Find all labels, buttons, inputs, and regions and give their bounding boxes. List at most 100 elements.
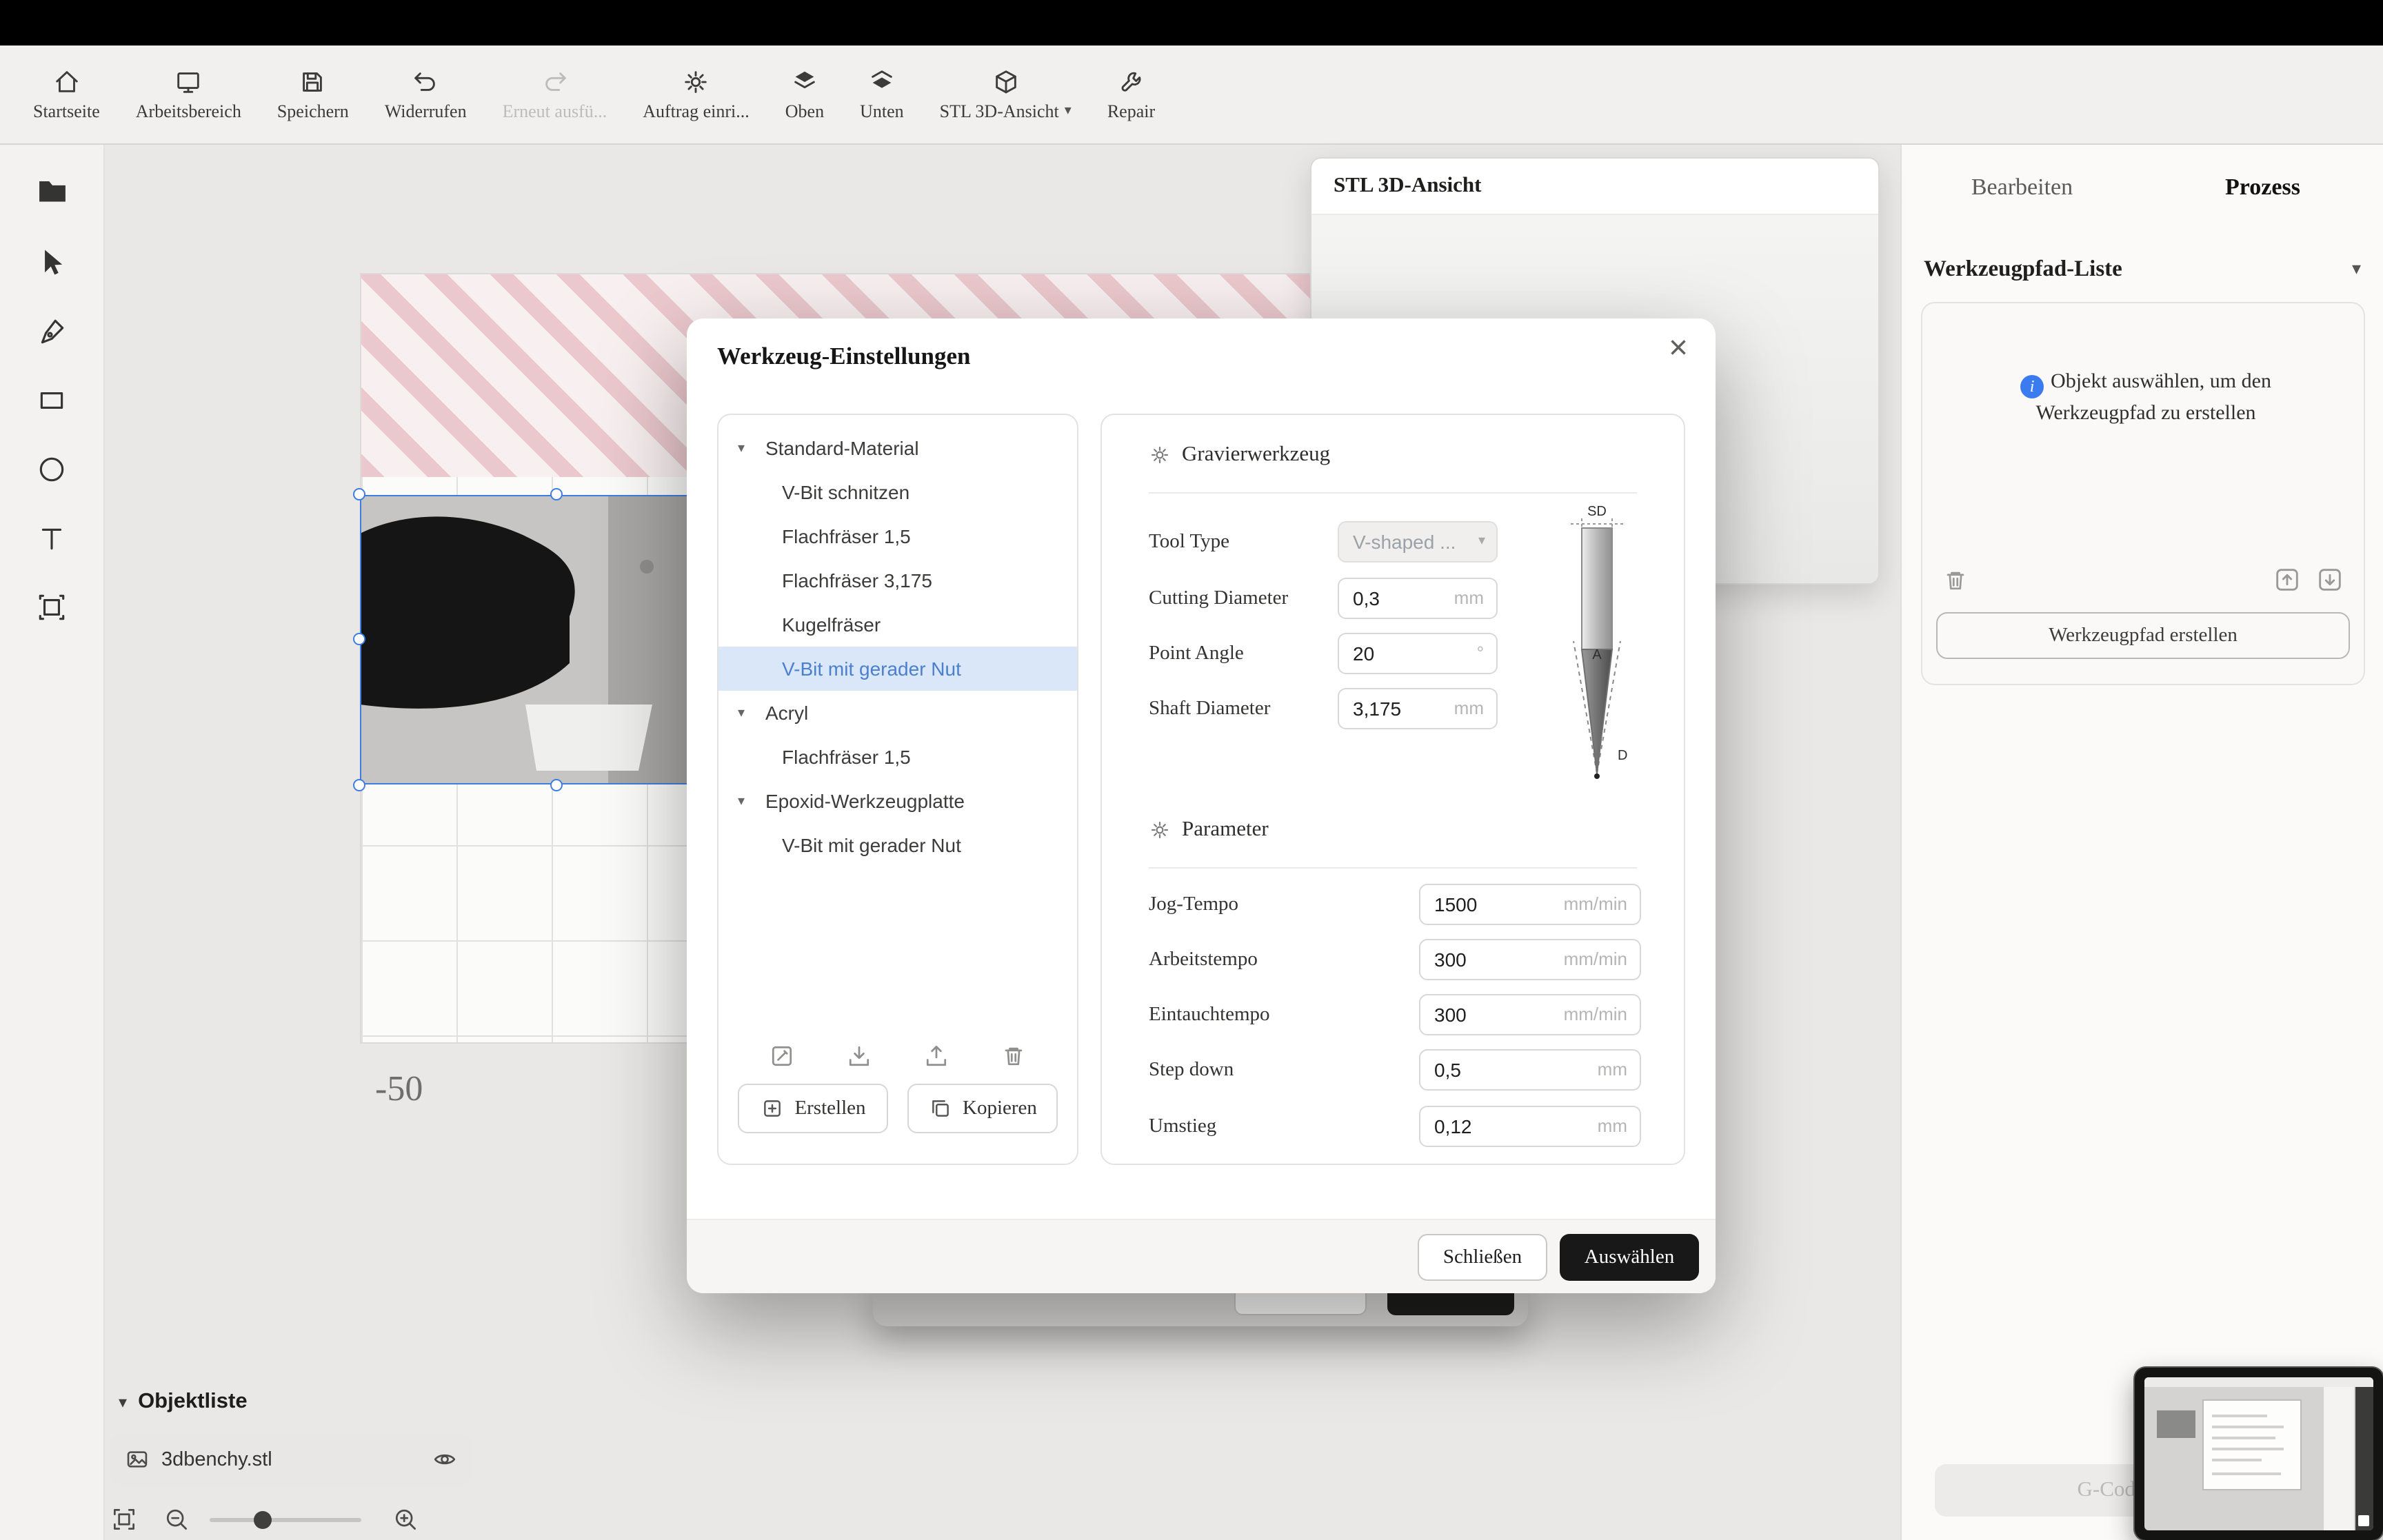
zoom-slider-knob[interactable] bbox=[254, 1511, 272, 1529]
repair-button[interactable]: Repair bbox=[1107, 67, 1155, 122]
tree-item-selected[interactable]: V-Bit mit gerader Nut bbox=[718, 647, 1077, 691]
ellipse-tool[interactable] bbox=[36, 454, 68, 485]
dialog-close-button[interactable]: Schließen bbox=[1418, 1234, 1547, 1281]
undo-button[interactable]: Widerrufen bbox=[385, 67, 467, 122]
zoom-out-icon[interactable] bbox=[163, 1506, 190, 1533]
eintauchtempo-input[interactable] bbox=[1420, 995, 1640, 1034]
copy-tool-button[interactable]: Kopieren bbox=[907, 1084, 1058, 1133]
redo-button: Erneut ausfü... bbox=[503, 67, 607, 122]
ruler-label: -50 bbox=[375, 1068, 423, 1108]
pen-tool[interactable] bbox=[36, 316, 68, 347]
fit-screen-icon[interactable] bbox=[110, 1506, 138, 1533]
delete-tool-icon[interactable] bbox=[1000, 1042, 1027, 1070]
move-up-icon[interactable] bbox=[2273, 565, 2302, 594]
jog-tempo-input[interactable] bbox=[1420, 885, 1640, 924]
workspace-button[interactable]: Arbeitsbereich bbox=[136, 67, 241, 122]
object-list-header[interactable]: ▾ Objektliste bbox=[119, 1390, 248, 1415]
transform-tool[interactable] bbox=[36, 591, 68, 623]
app-window: Startseite Arbeitsbereich Speichern Wide… bbox=[0, 0, 2383, 1540]
vbit-diagram: SD A D bbox=[1549, 503, 1645, 793]
chevron-down-icon: ▾ bbox=[1478, 534, 1485, 549]
tree-item[interactable]: Flachfräser 1,5 bbox=[718, 514, 1077, 558]
tree-group[interactable]: ▾ Epoxid-Werkzeugplatte bbox=[718, 779, 1077, 823]
tab-prozess[interactable]: Prozess bbox=[2142, 164, 2383, 211]
move-down-icon[interactable] bbox=[2315, 565, 2344, 594]
cutting-diameter-input[interactable] bbox=[1339, 579, 1496, 618]
select-tool[interactable] bbox=[35, 245, 68, 278]
cutting-diameter-field: mm bbox=[1338, 578, 1498, 619]
tree-item[interactable]: Kugelfräser bbox=[718, 602, 1077, 647]
tree-item[interactable]: Flachfräser 1,5 bbox=[718, 735, 1077, 779]
screen-preview-window[interactable] bbox=[2135, 1368, 2383, 1540]
shaft-diameter-input[interactable] bbox=[1339, 689, 1496, 728]
create-toolpath-button[interactable]: Werkzeugpfad erstellen bbox=[1936, 612, 2350, 659]
dialog-select-button[interactable]: Auswählen bbox=[1560, 1234, 1699, 1281]
save-button[interactable]: Speichern bbox=[277, 67, 349, 122]
export-tool-icon[interactable] bbox=[923, 1042, 950, 1070]
toolpath-list-header[interactable]: Werkzeugpfad-Liste ▾ bbox=[1924, 255, 2361, 283]
close-icon[interactable]: × bbox=[1669, 332, 1688, 365]
job-setup-button[interactable]: Auftrag einri... bbox=[643, 67, 750, 122]
layer-bottom-button[interactable]: Unten bbox=[860, 67, 904, 122]
right-panel-tabs: Bearbeiten Prozess bbox=[1902, 164, 2383, 211]
tree-item[interactable]: Flachfräser 3,175 bbox=[718, 558, 1077, 602]
create-tool-button[interactable]: Erstellen bbox=[738, 1084, 888, 1133]
rectangle-tool[interactable] bbox=[36, 385, 68, 416]
text-tool[interactable] bbox=[36, 523, 68, 554]
arbeitstempo-field: mm/min bbox=[1419, 939, 1641, 980]
macos-menubar bbox=[0, 0, 2383, 45]
delete-toolpath-icon[interactable] bbox=[1942, 566, 1969, 594]
object-name: 3dbenchy.stl bbox=[161, 1448, 272, 1470]
pip-badge-icon bbox=[2358, 1515, 2369, 1526]
tree-group[interactable]: ▾ Standard-Material bbox=[718, 426, 1077, 470]
chevron-down-icon: ▾ bbox=[1064, 103, 1072, 119]
image-file-icon bbox=[124, 1446, 150, 1472]
folder-tool[interactable] bbox=[34, 172, 70, 208]
cutting-diameter-label: Cutting Diameter bbox=[1149, 587, 1289, 609]
tree-item[interactable]: V-Bit mit gerader Nut bbox=[718, 823, 1077, 867]
eintauchtempo-field: mm/min bbox=[1419, 994, 1641, 1035]
arbeitstempo-label: Arbeitstempo bbox=[1149, 949, 1258, 971]
layer-top-icon bbox=[790, 67, 819, 96]
info-icon: i bbox=[2020, 374, 2044, 398]
tool-settings-dialog: Werkzeug-Einstellungen × ▾ Standard-Mater… bbox=[687, 318, 1716, 1293]
arbeitstempo-input[interactable] bbox=[1420, 940, 1640, 979]
tool-type-select[interactable]: V-shaped ... ▾ bbox=[1338, 521, 1498, 563]
shaft-diameter-field: mm bbox=[1338, 688, 1498, 729]
umstieg-input[interactable] bbox=[1420, 1107, 1640, 1146]
empty-hint: i Objekt auswählen, um den Werkzeugpfad z… bbox=[1961, 367, 2331, 431]
import-tool-icon[interactable] bbox=[845, 1042, 873, 1070]
edit-tool-icon[interactable] bbox=[768, 1042, 796, 1070]
tree-group[interactable]: ▾ Acryl bbox=[718, 691, 1077, 735]
gear-icon bbox=[681, 67, 710, 96]
tree-item[interactable]: V-Bit schnitzen bbox=[718, 470, 1077, 514]
layer-bottom-icon bbox=[867, 67, 896, 96]
step-down-input[interactable] bbox=[1420, 1051, 1640, 1089]
step-down-field: mm bbox=[1419, 1049, 1641, 1091]
gear-icon bbox=[1149, 819, 1171, 841]
dialog-footer: Schließen Auswählen bbox=[687, 1219, 1716, 1293]
triangle-down-icon[interactable]: ▾ bbox=[738, 793, 754, 809]
tab-bearbeiten[interactable]: Bearbeiten bbox=[1902, 164, 2142, 211]
visibility-eye-icon[interactable] bbox=[432, 1446, 458, 1472]
triangle-down-icon[interactable]: ▾ bbox=[738, 705, 754, 720]
point-angle-input[interactable] bbox=[1339, 634, 1496, 673]
selection-handle[interactable] bbox=[550, 488, 563, 500]
home-button[interactable]: Startseite bbox=[33, 67, 100, 122]
triangle-down-icon[interactable]: ▾ bbox=[738, 440, 754, 456]
layer-top-button[interactable]: Oben bbox=[785, 67, 824, 122]
object-list-item[interactable]: 3dbenchy.stl bbox=[110, 1434, 472, 1485]
selection-handle[interactable] bbox=[353, 779, 365, 791]
stl-3d-view-button[interactable]: STL 3D-Ansicht ▾ bbox=[940, 67, 1072, 122]
repair-icon bbox=[1116, 67, 1145, 96]
parameter-section-header: Parameter bbox=[1149, 818, 1269, 842]
collapse-chevron-icon[interactable]: ▾ bbox=[119, 1392, 127, 1412]
selection-handle[interactable] bbox=[353, 633, 365, 645]
selection-handle[interactable] bbox=[353, 488, 365, 500]
selection-handle[interactable] bbox=[550, 779, 563, 791]
diagram-a-label: A bbox=[1592, 647, 1602, 662]
zoom-slider-track[interactable] bbox=[210, 1518, 361, 1522]
collapse-chevron-icon[interactable]: ▾ bbox=[2352, 258, 2361, 280]
zoom-in-icon[interactable] bbox=[392, 1506, 419, 1533]
diagram-sd-label: SD bbox=[1587, 504, 1607, 519]
